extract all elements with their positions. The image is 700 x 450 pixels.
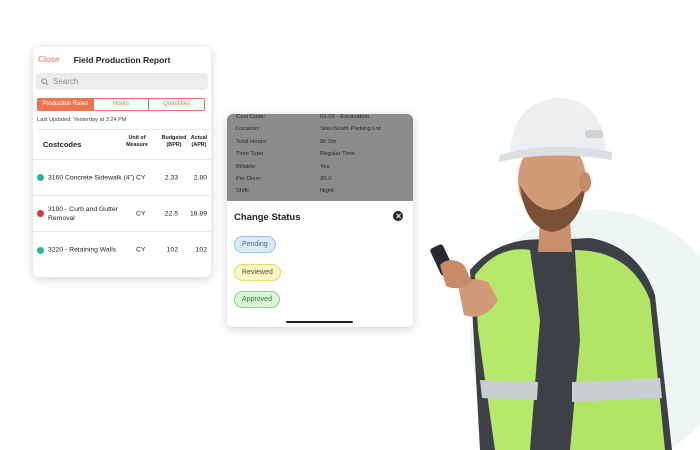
column-header-budgeted: Budgeted (BPR) <box>161 135 187 148</box>
detail-label: Per Diem: <box>236 176 263 182</box>
budgeted-value: 22.5 <box>164 210 178 217</box>
status-option-approved[interactable]: Approved <box>234 291 280 308</box>
detail-row-total-hours: Total Hours: 8h 0m <box>236 139 409 151</box>
status-dot <box>37 174 44 181</box>
search-input[interactable] <box>53 77 183 86</box>
costcode-name: 3160 Concrete Sidewalk (4") <box>48 174 135 181</box>
report-title: Field Production Report <box>73 55 171 65</box>
column-header-unit: Unit of Measure <box>126 135 148 148</box>
actual-value: 18.89 <box>189 210 207 217</box>
budgeted-value: 2.33 <box>164 174 178 181</box>
detail-value: 8h 0m <box>320 139 337 145</box>
detail-row-cost-code: Cost Code: 01-02 - Excavation <box>236 114 409 126</box>
change-status-sheet: Change Status Pending Reviewed Approved <box>227 201 413 327</box>
tab-hours[interactable]: Hours <box>92 99 149 110</box>
detail-label: Total Hours: <box>236 139 268 145</box>
column-header-actual: Actual (APR) <box>190 135 208 148</box>
table-row[interactable]: 3160 Concrete Sidewalk (4") CY 2.33 2.80 <box>33 160 211 196</box>
detail-row-billable: Billable: Yes <box>236 164 409 176</box>
detail-row-time-type: Time Type: Regular Time <box>236 151 409 163</box>
search-icon <box>41 77 49 86</box>
actual-value: 2.80 <box>193 174 207 181</box>
detail-row-per-diem: Per Diem: 30.0 <box>236 176 409 188</box>
detail-label: Billable: <box>236 164 257 170</box>
table-row[interactable]: 3220 - Retaining Walls CY 102 102 <box>33 232 211 268</box>
costcode-name: 3190 - Curb and Gutter Removal <box>48 205 118 222</box>
field-production-report-card: Close Field Production Report Production… <box>33 47 211 277</box>
detail-value: 30.0 <box>320 176 332 182</box>
report-header: Close Field Production Report <box>33 47 211 73</box>
status-dot <box>37 210 44 217</box>
construction-worker-photo <box>430 98 672 450</box>
detail-row-shift: Shift: Night <box>236 188 409 200</box>
close-icon[interactable] <box>393 211 403 221</box>
status-option-pending[interactable]: Pending <box>234 236 276 253</box>
actual-value: 102 <box>195 246 207 254</box>
unit-of-measure: CY <box>136 174 146 181</box>
detail-label: Time Type: <box>236 151 265 157</box>
detail-label: Shift: <box>236 188 250 194</box>
status-option-reviewed[interactable]: Reviewed <box>234 264 281 281</box>
last-updated-text: Last Updated: Yesterday at 3:24 PM <box>37 117 211 130</box>
home-indicator <box>286 321 353 323</box>
table-row[interactable]: 3190 - Curb and Gutter Removal CY 22.5 1… <box>33 196 211 232</box>
detail-value: Night <box>320 188 334 194</box>
report-tabs: Production Rates Hours Quantities <box>37 98 205 111</box>
unit-of-measure: CY <box>136 210 146 217</box>
detail-value: Yes <box>320 164 330 170</box>
detail-row-location: Location: Site>South Parking Lot <box>236 126 409 138</box>
detail-value: Regular Time <box>320 151 356 157</box>
column-header-costcodes: Costcodes <box>43 140 82 149</box>
search-bar[interactable] <box>36 73 208 90</box>
costcode-name: 3220 - Retaining Walls <box>48 246 117 254</box>
detail-value: Site>South Parking Lot <box>320 126 381 132</box>
costcode-list: 3160 Concrete Sidewalk (4") CY 2.33 2.80… <box>33 160 211 268</box>
detail-label: Cost Code: <box>236 114 266 120</box>
change-status-title: Change Status <box>234 212 301 223</box>
tab-quantities[interactable]: Quantities <box>148 99 204 110</box>
detail-value: 01-02 - Excavation <box>320 114 370 120</box>
unit-of-measure: CY <box>136 246 146 254</box>
time-entry-details: Cost Code: 01-02 - Excavation Location: … <box>227 114 413 201</box>
status-dot <box>37 246 44 254</box>
budgeted-value: 102 <box>166 246 178 254</box>
table-header: Costcodes Unit of Measure Budgeted (BPR)… <box>33 130 211 160</box>
change-status-panel: Cost Code: 01-02 - Excavation Location: … <box>227 114 413 327</box>
tab-production-rates[interactable]: Production Rates <box>38 99 93 110</box>
detail-label: Location: <box>236 126 260 132</box>
